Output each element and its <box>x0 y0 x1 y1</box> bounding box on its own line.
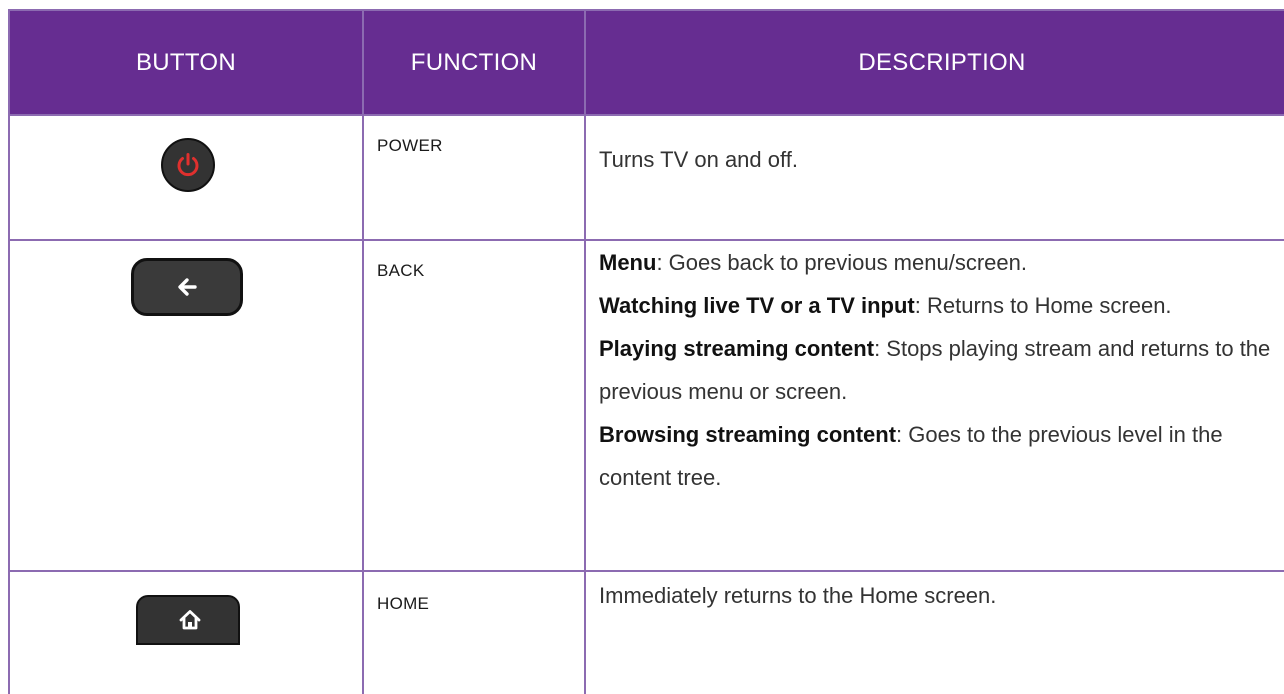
description-cell: Menu: Goes back to previous menu/screen.… <box>584 239 1284 572</box>
button-cell <box>8 239 364 572</box>
back-button-image <box>131 258 243 316</box>
home-icon <box>179 610 201 630</box>
function-cell: BACK <box>362 239 586 572</box>
header-button: BUTTON <box>8 9 364 116</box>
table-header-row: BUTTON FUNCTION DESCRIPTION <box>8 9 1284 116</box>
home-button-image <box>136 595 240 645</box>
power-icon <box>177 153 199 177</box>
function-cell: POWER <box>362 114 586 241</box>
description-cell: Immediately returns to the Home screen. <box>584 570 1284 694</box>
power-button-image <box>161 138 215 192</box>
table-row: BACK Menu: Goes back to previous menu/sc… <box>8 239 1284 572</box>
description-line: Playing streaming content: Stops playing… <box>599 336 1271 404</box>
back-arrow-icon <box>178 278 197 296</box>
header-function: FUNCTION <box>362 9 586 116</box>
description-line: Watching live TV or a TV input: Returns … <box>599 293 1172 318</box>
description-line: Browsing streaming content: Goes to the … <box>599 422 1223 490</box>
table-row: POWER Turns TV on and off. <box>8 114 1284 241</box>
remote-buttons-table: BUTTON FUNCTION DESCRIPTION POWER Turns … <box>8 9 1284 694</box>
description-cell: Turns TV on and off. <box>584 114 1284 241</box>
header-description: DESCRIPTION <box>584 9 1284 116</box>
description-line: Menu: Goes back to previous menu/screen. <box>599 250 1027 275</box>
button-cell <box>8 570 364 694</box>
button-cell <box>8 114 364 241</box>
description-line: Turns TV on and off. <box>599 147 798 172</box>
function-cell: HOME <box>362 570 586 694</box>
remote-buttons-table-container: BUTTON FUNCTION DESCRIPTION POWER Turns … <box>8 9 1284 694</box>
description-line: Immediately returns to the Home screen. <box>599 583 997 608</box>
table-row: HOME Immediately returns to the Home scr… <box>8 570 1284 694</box>
